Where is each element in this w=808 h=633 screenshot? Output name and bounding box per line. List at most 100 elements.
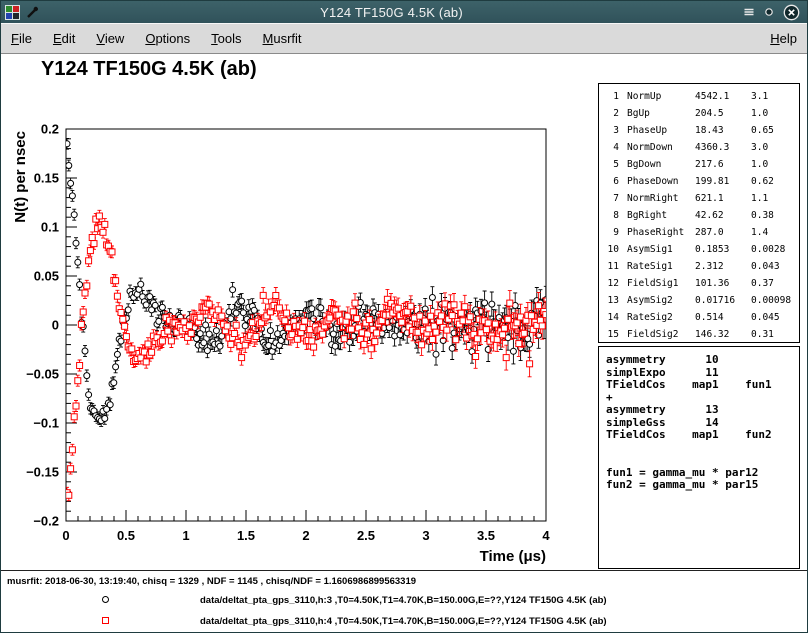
data-point (71, 414, 77, 420)
data-point (102, 416, 108, 422)
data-point (311, 344, 317, 350)
data-point (449, 313, 455, 319)
param-row: 5BgDown217.61.0 (605, 156, 797, 173)
data-point (510, 348, 516, 354)
theory-block: asymmetry 10simplExpo 11TFieldCos map1 f… (598, 346, 800, 569)
data-point (143, 359, 149, 365)
x-tick-label: 2 (302, 528, 309, 543)
maximize-button[interactable] (763, 6, 775, 18)
data-point (84, 373, 90, 379)
data-point (66, 163, 72, 169)
data-point (332, 343, 338, 349)
data-point (239, 355, 245, 361)
theory-line (606, 454, 795, 467)
data-point (96, 213, 102, 219)
data-point (489, 301, 495, 307)
data-point (224, 323, 230, 329)
theory-line: fun2 = gamma_mu * par15 (606, 479, 795, 492)
data-point (444, 327, 450, 333)
data-point (309, 338, 315, 344)
menu-view[interactable]: View (96, 31, 124, 46)
data-point (219, 313, 225, 319)
y-tick-label: −0.15 (26, 465, 59, 480)
data-point (120, 316, 126, 322)
menu-help[interactable]: Help (770, 31, 797, 46)
data-point (82, 348, 88, 354)
menu-options[interactable]: Options (145, 31, 190, 46)
data-point (138, 281, 144, 287)
data-point (125, 307, 131, 313)
plot[interactable]: 00.511.522.533.54−0.2−0.15−0.1−0.0500.05… (1, 54, 601, 570)
data-point (168, 338, 174, 344)
y-tick-label: 0.2 (41, 122, 59, 137)
menu-edit[interactable]: Edit (53, 31, 75, 46)
y-axis-title: N(t) per nsec (12, 131, 29, 223)
y-tick-label: −0.2 (33, 514, 59, 529)
data-point (242, 323, 248, 329)
menu-tools[interactable]: Tools (211, 31, 241, 46)
data-point (467, 314, 473, 320)
y-tick-label: 0 (52, 318, 59, 333)
data-point (285, 325, 291, 331)
y-tick-label: 0.1 (41, 220, 59, 235)
data-point (84, 283, 90, 289)
data-point (453, 337, 459, 343)
data-point (429, 295, 435, 301)
data-point (302, 318, 308, 324)
data-point (327, 315, 333, 321)
data-point (284, 310, 290, 316)
param-row: 2BgUp204.51.0 (605, 105, 797, 122)
data-point (203, 322, 209, 328)
data-point (462, 304, 468, 310)
x-tick-label: 3.5 (477, 528, 495, 543)
window-title: Y124 TF150G 4.5K (ab) (40, 5, 743, 20)
theory-line: TFieldCos map1 fun2 (606, 429, 795, 442)
param-row: 11RateSig12.3120.043 (605, 258, 797, 275)
data-point (318, 305, 324, 311)
window-menu-icon[interactable] (743, 6, 755, 18)
data-point (253, 334, 259, 340)
data-point (366, 317, 372, 323)
data-point (217, 343, 223, 349)
param-row: 10AsymSig10.18530.0028 (605, 241, 797, 258)
data-point (348, 326, 354, 332)
data-point (408, 303, 414, 309)
data-point (215, 307, 221, 313)
titlebar[interactable]: Y124 TF150G 4.5K (ab) (1, 1, 807, 23)
param-row: 8BgRight42.620.38 (605, 207, 797, 224)
data-point (109, 249, 115, 255)
x-axis-title: Time (μs) (480, 548, 546, 565)
data-point (228, 341, 234, 347)
theory-line: asymmetry 13 (606, 404, 795, 417)
data-point (86, 392, 92, 398)
close-button[interactable] (783, 4, 800, 21)
data-point (188, 330, 194, 336)
plot-footer: musrfit: 2018-06-30, 13:19:40, chisq = 1… (1, 570, 807, 632)
x-tick-label: 3 (422, 528, 429, 543)
menu-file[interactable]: File (11, 31, 32, 46)
app-window: Y124 TF150G 4.5K (ab) FileEditViewOptio (0, 0, 808, 633)
data-point (78, 321, 84, 327)
data-point (374, 330, 380, 336)
legend-circle-marker-icon (102, 596, 109, 603)
y-tick-label: 0.05 (34, 269, 59, 284)
data-point (111, 380, 117, 386)
data-point (451, 302, 457, 308)
param-row: 9PhaseRight287.01.4 (605, 224, 797, 241)
data-point (516, 341, 522, 347)
data-point (73, 240, 79, 246)
data-point (230, 287, 236, 293)
param-row: 12FieldSig1101.360.37 (605, 275, 797, 292)
legend-row: data/deltat_pta_gps_3110,h:3 ,T0=4.50K,T… (1, 595, 807, 609)
error-bars (65, 138, 548, 426)
menu-musrfit[interactable]: Musrfit (263, 31, 302, 46)
data-point (206, 301, 212, 307)
data-point (201, 340, 207, 346)
data-point (73, 403, 79, 409)
param-row: 13AsymSig20.017160.00098 (605, 292, 797, 309)
data-point (419, 342, 425, 348)
data-point (536, 303, 542, 309)
data-point (77, 363, 83, 369)
data-point (300, 325, 306, 331)
data-point (186, 323, 192, 329)
